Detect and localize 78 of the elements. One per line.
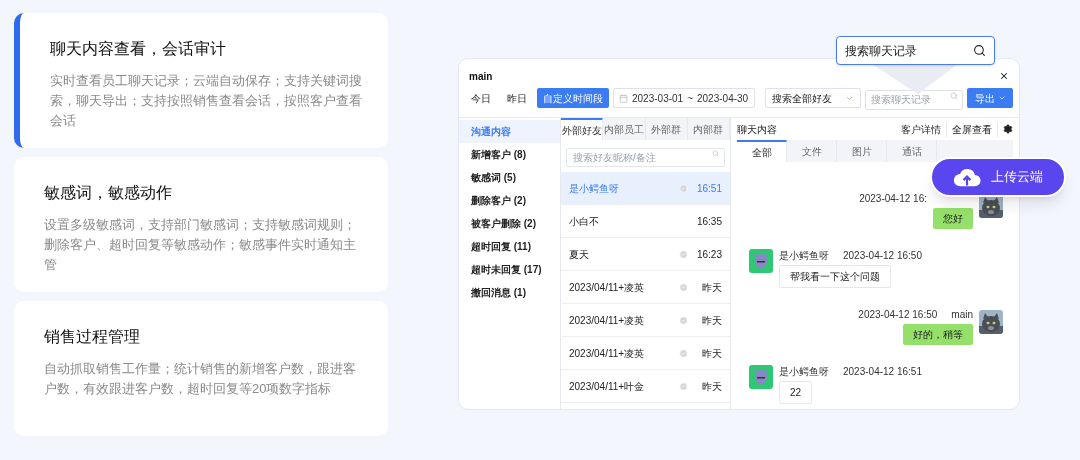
upload-button[interactable]: 上传云端 <box>930 157 1066 197</box>
conversation-time: 昨天 <box>701 313 722 328</box>
conversation-time: 16:35 <box>695 214 722 229</box>
avatar-icon <box>749 249 773 273</box>
settings-icon[interactable] <box>1003 124 1013 134</box>
list-tab[interactable]: 内部员工 <box>603 118 646 140</box>
contact-name: 2023/04/11+叶金 <box>569 379 646 394</box>
avatar-icon <box>749 365 773 389</box>
callout-search-text: 搜索聊天记录 <box>845 42 917 60</box>
search-icon <box>950 92 958 100</box>
contact-name: 2023/04/11+凌英 <box>569 313 646 328</box>
friend-search-field[interactable]: 搜索好友昵称/备注 <box>566 148 725 167</box>
range-button[interactable]: 自定义时间段 <box>537 88 609 108</box>
list-tab[interactable]: 内部群 <box>687 118 730 140</box>
message-bubble: 22 <box>779 381 813 404</box>
conversation-item[interactable]: 夏天 16:23 <box>561 238 730 271</box>
message-bubble: 您好 <box>933 208 973 229</box>
message-time: 2023-04-12 16:50 <box>843 249 922 263</box>
message-bubble: 好的，稍等 <box>903 324 973 345</box>
search-icon <box>973 44 986 57</box>
range-button[interactable]: 昨日 <box>501 88 533 108</box>
contact-name: 小白不 <box>569 214 600 229</box>
chat-tab[interactable]: 图片 <box>837 140 887 162</box>
contact-name: 2023/04/11+凌英 <box>569 280 646 295</box>
export-button[interactable]: 导出 <box>967 88 1013 108</box>
feature-description: 实时查看员工聊天记录；云端自动保存；支持关键词搜索，聊天导出；支持按照销售查看会话，按照客户查看会话 <box>50 72 363 130</box>
caret-icon <box>997 94 1006 102</box>
message-time: 2023-04-12 16:51 <box>843 365 922 379</box>
search-icon <box>712 150 719 157</box>
nav-item[interactable]: 沟通内容 <box>459 120 560 143</box>
conversation-item[interactable]: 2023/04/11+凌英 昨天 <box>561 337 730 370</box>
sender-name: 是小鳄鱼呀 <box>779 365 829 379</box>
message-time: 2023-04-12 16: <box>859 192 927 206</box>
conversation-time: 16:51 <box>695 181 722 196</box>
sender-name: 是小鳄鱼呀 <box>779 249 829 263</box>
list-tab[interactable]: 外部好友 <box>561 118 604 140</box>
feature-description: 设置多级敏感词，支持部门敏感词；支持敏感词规则；删除客户、超时回复等敏感动作；敏感事件实时通知主管 <box>44 216 357 274</box>
feature-description: 自动抓取销售工作量；统计销售的新增客户数，跟进客户数，有效跟进客户数，超时回复等20项数字指标 <box>44 360 357 398</box>
search-field[interactable]: 搜索聊天记录 <box>865 89 963 110</box>
conversation-item[interactable]: 2023/04/11+凌英 昨天 <box>561 271 730 304</box>
conversation-item[interactable]: 2023/04/11+凌英 昨天 <box>561 304 730 337</box>
conversation-item[interactable]: 2023/04/11+叶金 昨天 <box>561 370 730 403</box>
nav-item[interactable]: 超时未回复 (17) <box>459 258 560 281</box>
conversation-time: 16:23 <box>695 247 722 262</box>
chat-action-link[interactable]: 客户详情 <box>896 121 947 137</box>
nav-item[interactable]: 被客户删除 (2) <box>459 212 560 235</box>
nav-item[interactable]: 删除客户 (2) <box>459 189 560 212</box>
friend-select[interactable]: 搜索全部好友 <box>765 88 861 108</box>
conversation-time: 昨天 <box>701 280 722 295</box>
feature-title: 敏感词，敏感动作 <box>44 183 173 203</box>
message-bubble: 帮我看一下这个问题 <box>779 265 891 288</box>
contact-name: 2023/04/11+凌英 <box>569 346 646 361</box>
feature-title: 销售过程管理 <box>44 327 141 347</box>
date-range-field[interactable]: 2023-03-01 ~ 2023-04-30 <box>613 88 755 108</box>
chat-tab[interactable]: 文件 <box>787 140 837 162</box>
range-button[interactable]: 今日 <box>465 88 497 108</box>
conversation-item[interactable]: 是小鳄鱼呀 16:51 <box>561 172 730 205</box>
feature-title: 聊天内容查看，会话审计 <box>50 39 227 59</box>
conversation-time: 昨天 <box>701 379 722 394</box>
calendar-icon <box>619 93 628 103</box>
cloud-upload-icon <box>953 166 981 188</box>
chat-title: 聊天内容 <box>737 122 778 137</box>
conversation-time: 昨天 <box>701 346 722 361</box>
list-tab[interactable]: 外部群 <box>645 118 688 140</box>
chat-tab[interactable]: 通话 <box>887 140 937 162</box>
window-title: main <box>469 69 493 84</box>
nav-item[interactable]: 撤回消息 (1) <box>459 281 560 304</box>
message-time: 2023-04-12 16:50 <box>858 308 938 322</box>
chat-tab[interactable]: 全部 <box>737 140 787 162</box>
sender-name: main <box>951 308 973 322</box>
nav-item[interactable]: 超时回复 (11) <box>459 235 560 258</box>
contact-name: 夏天 <box>569 247 590 262</box>
nav-item[interactable]: 新增客户 (8) <box>459 143 560 166</box>
nav-item[interactable]: 敏感词 (5) <box>459 166 560 189</box>
conversation-item[interactable]: 小白不 16:35 <box>561 205 730 238</box>
close-icon[interactable] <box>999 71 1009 81</box>
chat-action-link[interactable]: 全屏查看 <box>947 121 998 137</box>
contact-name: 是小鳄鱼呀 <box>569 181 620 196</box>
